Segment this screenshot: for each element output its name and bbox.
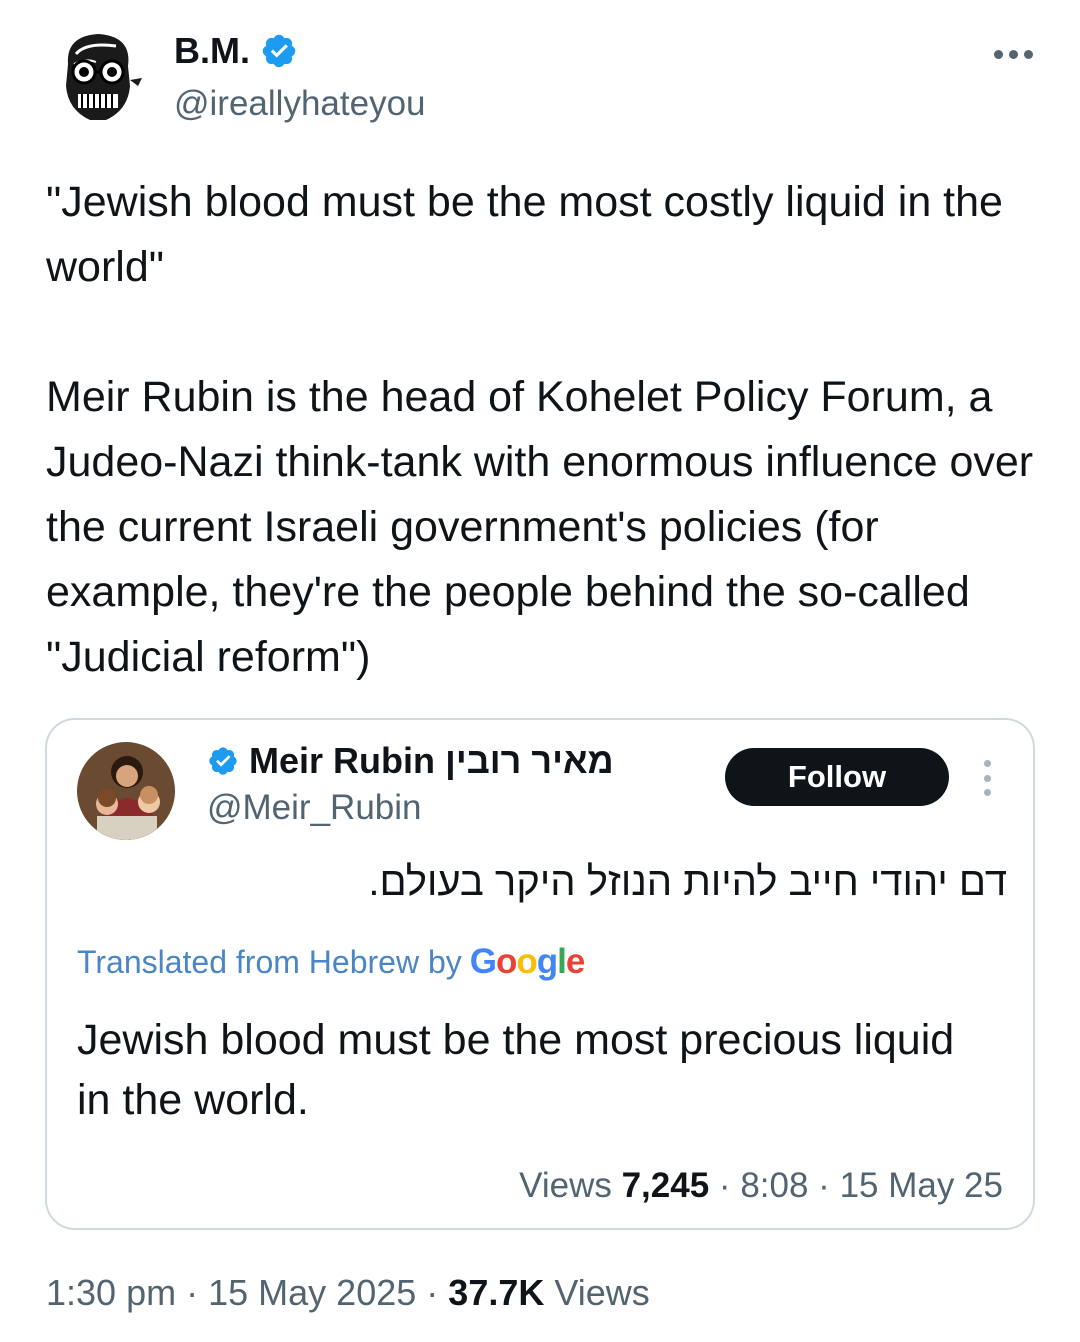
more-options-icon[interactable]: [988, 36, 1038, 72]
translation-attribution[interactable]: Translated from Hebrew by Google: [77, 942, 586, 982]
author-handle[interactable]: @ireallyhateyou: [174, 84, 426, 124]
quoted-author-name-text: Meir Rubin מאיר רובין: [249, 740, 614, 781]
separator: ·: [426, 1272, 439, 1313]
separator: ·: [718, 1166, 731, 1205]
skull-caricature-avatar-icon: [48, 26, 148, 126]
tweet-date[interactable]: 15 May 2025: [208, 1272, 416, 1313]
separator: ·: [186, 1272, 199, 1313]
quoted-translated-text: Jewish blood must be the most precious l…: [77, 1016, 955, 1124]
tweet-text: "Jewish blood must be the most costly li…: [46, 170, 1036, 690]
quoted-author-avatar[interactable]: [77, 742, 175, 840]
google-logo-icon: Google: [469, 942, 586, 981]
tweet-meta: 1:30 pm · 15 May 2025 · 37.7K Views: [46, 1272, 650, 1314]
quoted-meta: Views 7,245 · 8:08 · 15 May 25: [519, 1166, 1003, 1206]
quoted-views-label: Views: [519, 1166, 612, 1205]
follow-button[interactable]: Follow: [725, 748, 949, 806]
family-photo-avatar-icon: [77, 742, 175, 840]
quoted-author-name[interactable]: Meir Rubin מאיר רובין: [207, 740, 614, 782]
quoted-date: 15 May 25: [839, 1166, 1003, 1205]
quoted-author-handle[interactable]: @Meir_Rubin: [207, 788, 422, 828]
verified-badge-icon: [262, 34, 296, 68]
author-name-text: B.M.: [174, 30, 250, 71]
tweet-views-count: 37.7K: [448, 1272, 545, 1313]
author-name[interactable]: B.M.: [174, 30, 298, 72]
translated-label: Translated from Hebrew by: [77, 944, 462, 980]
tweet-views-label: Views: [554, 1272, 650, 1313]
quoted-more-options-icon[interactable]: [979, 760, 995, 796]
quoted-tweet-card[interactable]: Meir Rubin מאיר רובין @Meir_Rubin Follow…: [45, 718, 1035, 1230]
tweet-paragraph: Meir Rubin is the head of Kohelet Policy…: [46, 373, 1034, 681]
author-avatar[interactable]: [46, 24, 150, 128]
tweet-paragraph: "Jewish blood must be the most costly li…: [46, 178, 1003, 291]
quoted-views-count: 7,245: [621, 1166, 710, 1205]
verified-badge-icon: [209, 747, 237, 775]
quoted-time: 8:08: [740, 1166, 809, 1205]
tweet-time[interactable]: 1:30 pm: [46, 1272, 176, 1313]
separator: ·: [818, 1166, 830, 1205]
quoted-original-text: דם יהודי חייב להיות הנוזל היקר בעולם.: [368, 860, 1007, 904]
